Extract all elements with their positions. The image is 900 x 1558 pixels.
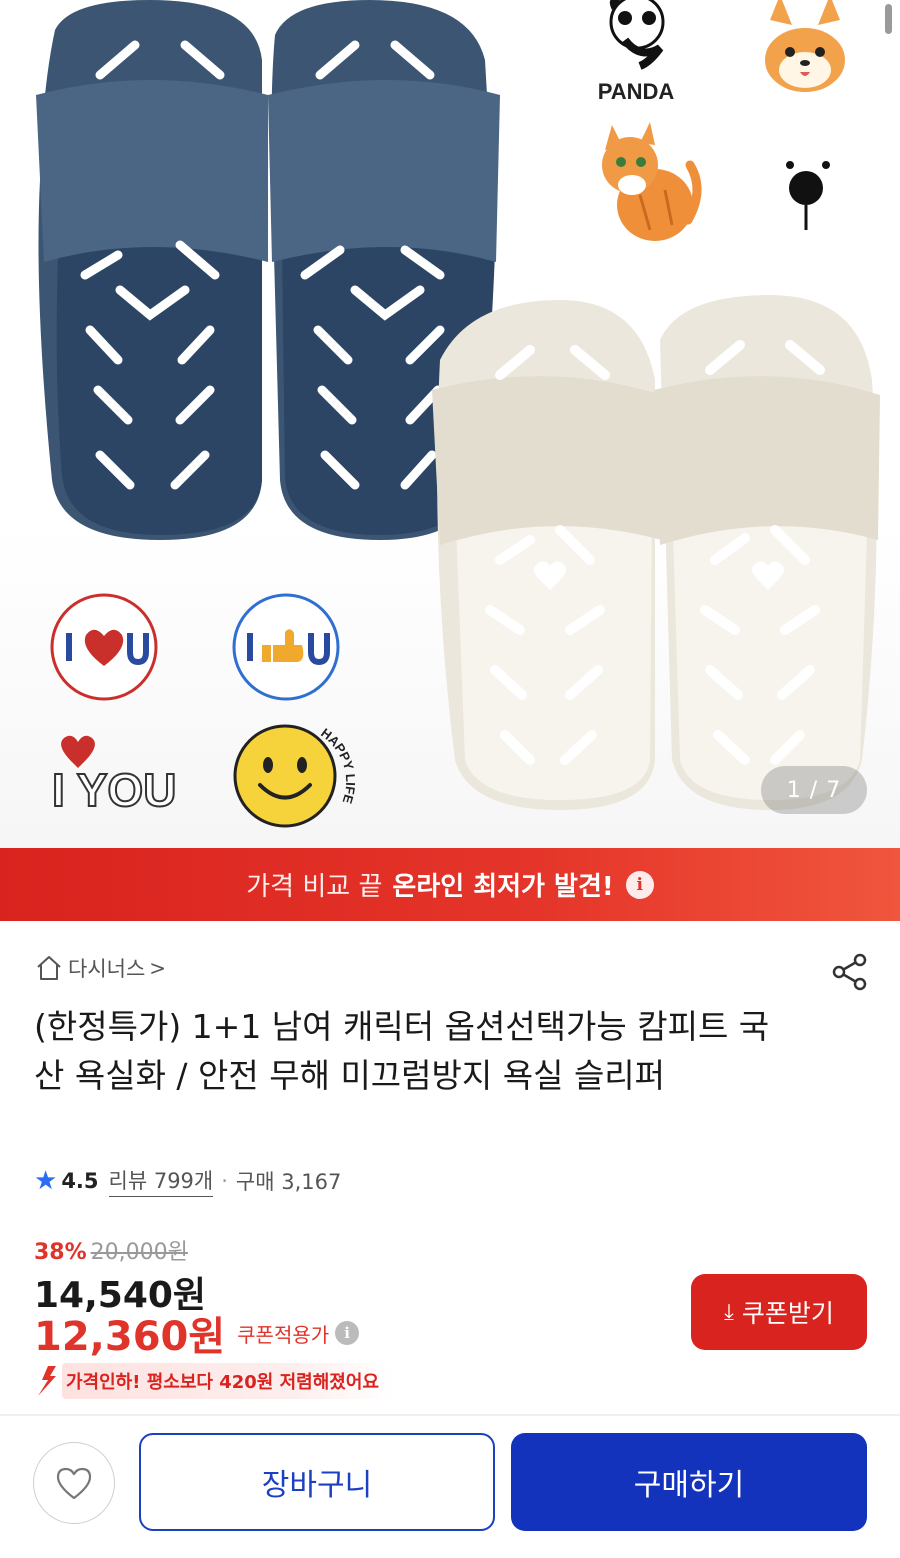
get-coupon-label: 쿠폰받기 xyxy=(741,1300,834,1328)
black-bear-sticker xyxy=(786,161,830,230)
seller-name: 다시너스 xyxy=(68,957,146,981)
product-photo: PANDA I YOU HAPPY LIFE xyxy=(36,0,880,828)
product-image-gallery[interactable]: PANDA I YOU HAPPY LIFE 1 / 7 xyxy=(0,0,900,848)
banner-prefix: 가격 비교 끝 xyxy=(246,872,383,902)
navy-slipper-left xyxy=(36,0,268,540)
wishlist-button[interactable] xyxy=(33,1442,115,1524)
review-count-link[interactable]: 리뷰 799개 xyxy=(108,1165,214,1197)
cream-slipper-left xyxy=(432,300,662,810)
coupon-price: 12,360원 xyxy=(34,1314,226,1360)
add-to-cart-button[interactable]: 장바구니 xyxy=(139,1433,495,1531)
download-icon: ⤓ xyxy=(724,1299,734,1324)
star-icon: ★ xyxy=(34,1166,58,1196)
purchase-count: 구매 3,167 xyxy=(235,1170,342,1194)
coupon-price-row: 12,360원 쿠폰적용가 i xyxy=(34,1304,360,1362)
banner-highlight: 온라인 최저가 발견! xyxy=(392,872,614,902)
svg-text:I YOU: I YOU xyxy=(52,764,176,816)
panda-sticker: PANDA xyxy=(598,0,675,104)
image-page-indicator: 1 / 7 xyxy=(761,766,867,814)
price-drop-arrow-icon xyxy=(38,1366,56,1396)
price-drop-note: 가격인하! 평소보다 420원 저렴해졌어요 xyxy=(34,1363,393,1399)
cat-sticker xyxy=(602,122,702,241)
buy-now-button[interactable]: 구매하기 xyxy=(511,1433,867,1531)
separator: · xyxy=(221,1169,228,1193)
heart-icon xyxy=(56,1467,92,1500)
i-thumb-u-badge xyxy=(232,593,340,701)
product-title: (한정특가) 1+1 남여 캐릭터 옵션선택가능 캄피트 국산 욕실화 / 안전… xyxy=(34,1007,770,1095)
discount-row: 38% 20,000원 xyxy=(34,1234,188,1266)
get-coupon-button[interactable]: ⤓ 쿠폰받기 xyxy=(691,1274,867,1350)
discount-rate: 38% xyxy=(34,1240,87,1265)
lowest-price-banner[interactable]: 가격 비교 끝 온라인 최저가 발견! i xyxy=(0,848,900,921)
home-icon xyxy=(37,956,61,980)
i-heart-u-badge xyxy=(50,593,158,701)
smiley-happy-life-sticker: HAPPY LIFE xyxy=(233,724,358,828)
info-icon[interactable]: i xyxy=(625,870,654,899)
rating-row: ★ 4.5 리뷰 799개 · 구매 3,167 xyxy=(34,1165,341,1197)
scrollbar-thumb[interactable] xyxy=(885,4,892,34)
info-icon[interactable]: i xyxy=(335,1321,360,1345)
seller-link[interactable]: 다시너스 > xyxy=(34,953,166,983)
svg-text:PANDA: PANDA xyxy=(598,79,675,104)
i-love-you-sticker: I YOU xyxy=(51,735,177,817)
coupon-price-label: 쿠폰적용가 xyxy=(237,1322,330,1347)
shiba-dog-sticker xyxy=(761,0,849,96)
original-price: 20,000원 xyxy=(90,1240,188,1265)
cream-slipper-right xyxy=(654,295,880,810)
share-icon[interactable] xyxy=(830,952,870,992)
price-drop-text: 가격인하! 평소보다 420원 저렴해졌어요 xyxy=(62,1363,393,1399)
chevron-right-icon: > xyxy=(149,956,167,980)
rating-score: 4.5 xyxy=(61,1169,99,1193)
